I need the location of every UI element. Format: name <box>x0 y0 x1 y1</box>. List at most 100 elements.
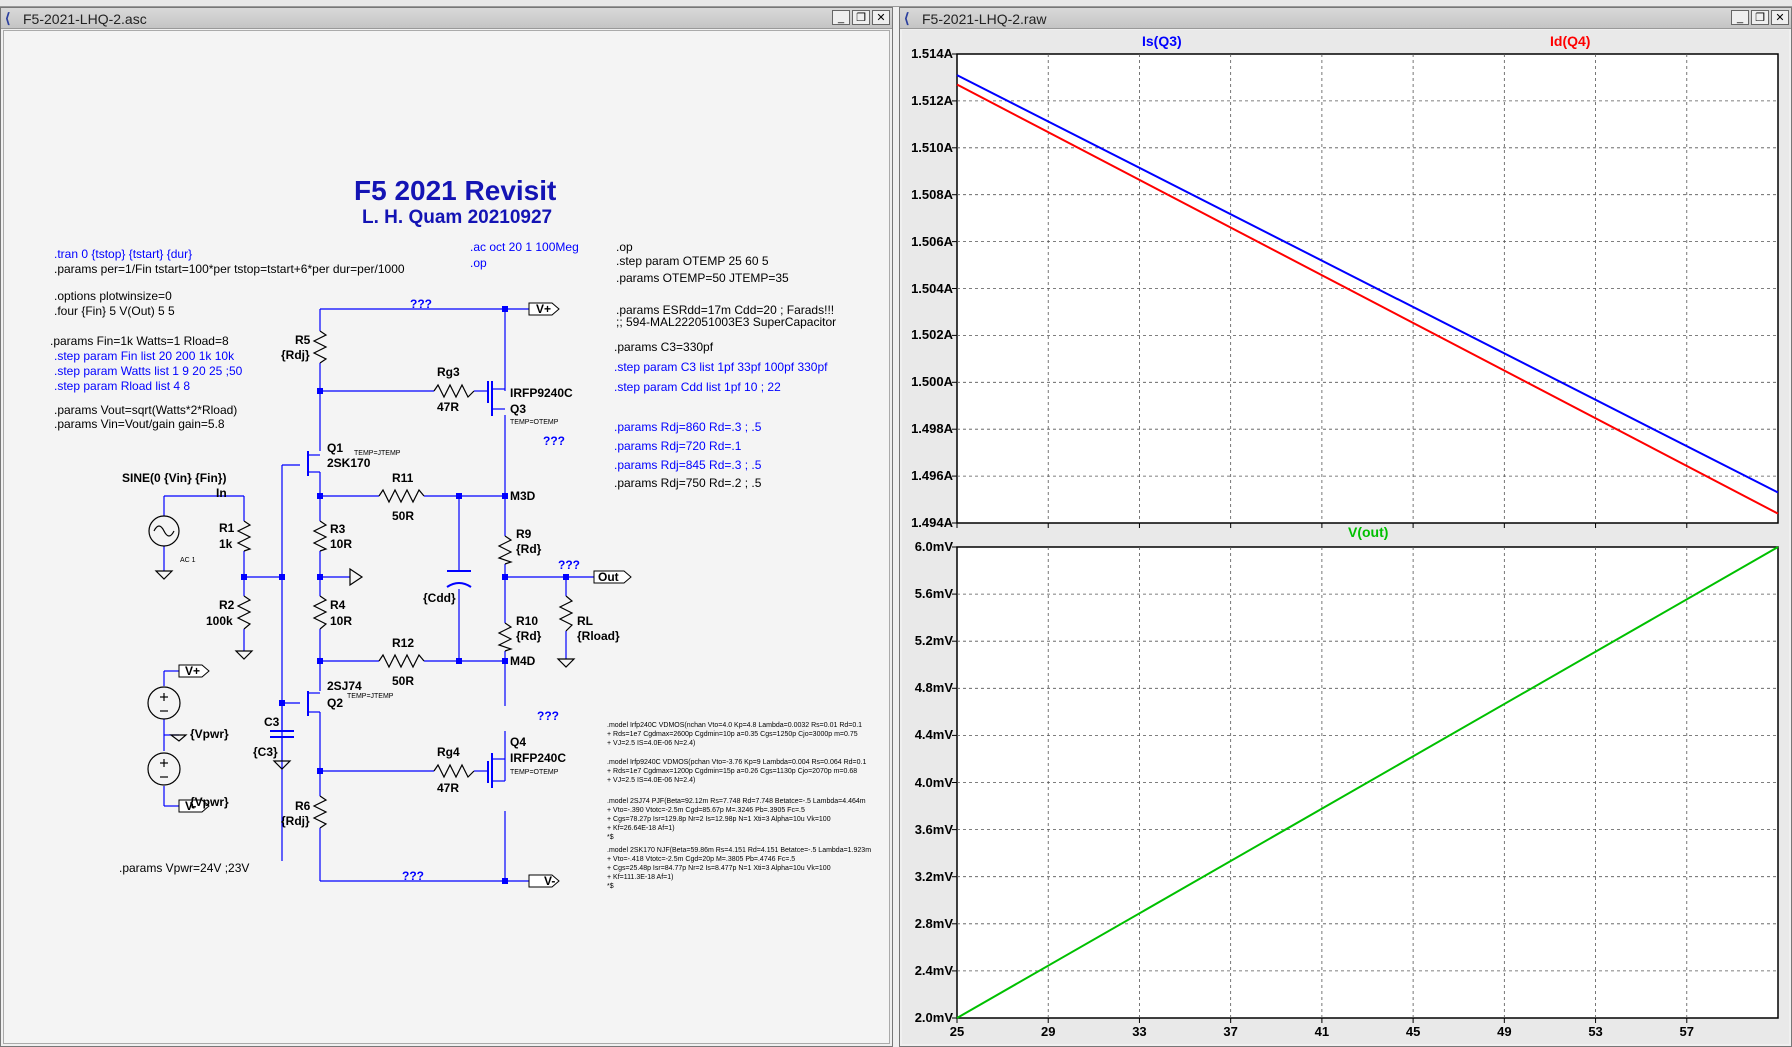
directive-params-c3[interactable]: .params C3=330pf <box>614 340 713 354</box>
directive-vpwr[interactable]: .params Vpwr=24V ;23V <box>119 861 249 875</box>
directive-rdj-4[interactable]: .params Rdj=750 Rd=.2 ; .5 <box>614 476 761 490</box>
directive-rdj-3[interactable]: .params Rdj=845 Rd=.3 ; .5 <box>614 458 761 472</box>
directive-step-fin[interactable]: .step param Fin list 20 200 1k 10k <box>54 349 234 363</box>
model-line[interactable]: .model 2SJ74 PJF(Beta=92.12m Rs=7.748 Rd… <box>607 797 866 806</box>
directive-rdj-1[interactable]: .params Rdj=860 Rd=.3 ; .5 <box>614 420 761 434</box>
label-r4[interactable]: R4 <box>330 598 345 612</box>
model-q2[interactable]: 2SJ74 <box>327 679 362 693</box>
close-button[interactable]: ✕ <box>872 10 890 25</box>
directive-step-cdd[interactable]: .step param Cdd list 1pf 10 ; 22 <box>614 380 781 394</box>
model-q4[interactable]: IRFP240C <box>510 751 566 765</box>
label-r2[interactable]: R2 <box>219 598 234 612</box>
label-r6[interactable]: R6 <box>295 799 310 813</box>
restore-button[interactable]: ❐ <box>1751 10 1769 25</box>
net-m3d[interactable]: M3D <box>510 489 535 503</box>
directive-rdj-2[interactable]: .params Rdj=720 Rd=.1 <box>614 439 741 453</box>
model-line[interactable]: + Cgs=25.48p Isr=84.77p Nr=2 Is=8.477p N… <box>607 864 831 873</box>
close-button[interactable]: ✕ <box>1771 10 1789 25</box>
port-vplus-2[interactable]: V+ <box>185 664 200 678</box>
net-m4d[interactable]: M4D <box>510 654 535 668</box>
port-out[interactable]: Out <box>598 570 619 584</box>
label-r11[interactable]: R11 <box>392 471 413 485</box>
model-line[interactable]: .model Irfp240C VDMOS(nchan Vto=4.0 Kp=4… <box>607 721 862 730</box>
label-r1[interactable]: R1 <box>219 521 234 535</box>
model-line[interactable]: .model Irfp9240C VDMOS(pchan Vto=-3.76 K… <box>607 758 866 767</box>
value-r1[interactable]: 1k <box>219 537 232 551</box>
model-line[interactable]: + VJ=2.5 IS=4.0E-06 N=2.4) <box>607 739 695 748</box>
value-r3[interactable]: 10R <box>330 537 352 551</box>
directive-params-fin[interactable]: .params Fin=1k Watts=1 Rload=8 <box>50 334 229 348</box>
label-rg4[interactable]: Rg4 <box>437 745 460 759</box>
value-rg3[interactable]: 47R <box>437 400 459 414</box>
temp-q4: TEMP=OTEMP <box>510 769 559 776</box>
model-line[interactable]: + VJ=2.5 IS=4.0E-06 N=2.4) <box>607 776 695 785</box>
directive-step-rload[interactable]: .step param Rload list 4 8 <box>54 379 190 393</box>
model-q3[interactable]: IRFP9240C <box>510 386 573 400</box>
minimize-button[interactable]: _ <box>832 10 850 25</box>
model-line[interactable]: + Kf=26.64E-18 Af=1) <box>607 824 675 833</box>
waveform-canvas[interactable]: Is(Q3) Id(Q4) V(out) 1.514A 1.512A 1.510A 1… <box>902 30 1789 1044</box>
minimize-button[interactable]: _ <box>1731 10 1749 25</box>
model-line[interactable]: + Vto=-.390 Vtotc=-2.5m Cgd=85.67p M=.32… <box>607 806 805 815</box>
model-q1[interactable]: 2SK170 <box>327 456 370 470</box>
value-r2[interactable]: 100k <box>206 614 233 628</box>
directive-ac[interactable]: .ac oct 20 1 100Meg <box>470 240 579 254</box>
value-r12[interactable]: 50R <box>392 674 414 688</box>
directive-step-c3[interactable]: .step param C3 list 1pf 33pf 100pf 330pf <box>614 360 827 374</box>
model-line[interactable]: + Vto=-.418 Vtotc=-2.5m Cgd=20p M=.3805 … <box>607 855 795 864</box>
value-r5[interactable]: {Rdj} <box>281 348 310 362</box>
port-vminus-2[interactable]: V- <box>185 799 196 813</box>
model-line[interactable]: + Rds=1e7 Cgdmax=2600p Cgdmin=10p a=0.35… <box>607 730 858 739</box>
label-q3[interactable]: Q3 <box>510 402 526 416</box>
label-q4[interactable]: Q4 <box>510 735 526 749</box>
label-rl[interactable]: RL <box>577 614 593 628</box>
port-vminus[interactable]: V- <box>544 874 555 888</box>
sine-source-label[interactable]: SINE(0 {Vin} {Fin}) <box>122 471 226 485</box>
label-r5[interactable]: R5 <box>295 333 310 347</box>
label-r3[interactable]: R3 <box>330 522 345 536</box>
value-rl[interactable]: {Rload} <box>577 629 620 643</box>
directive-op[interactable]: .op <box>616 240 633 254</box>
net-in[interactable]: In <box>216 486 227 500</box>
directive-op-blue[interactable]: .op <box>470 256 487 270</box>
model-line[interactable]: + Cgs=78.27p Isr=129.8p Nr=2 Is=12.98p N… <box>607 815 831 824</box>
value-r4[interactable]: 10R <box>330 614 352 628</box>
label-r9[interactable]: R9 <box>516 527 531 541</box>
waveform-titlebar[interactable]: ⟨ F5-2021-LHQ-2.raw _ ❐ ✕ <box>900 8 1791 29</box>
directive-params-vin[interactable]: .params Vin=Vout/gain gain=5.8 <box>54 417 225 431</box>
label-c3[interactable]: C3 <box>264 715 279 729</box>
label-q1[interactable]: Q1 <box>327 441 343 455</box>
label-rg3[interactable]: Rg3 <box>437 365 460 379</box>
model-line[interactable]: + Rds=1e7 Cgdmax=1200p Cgdmin=15p a=0.26… <box>607 767 857 776</box>
directive-comment-cap[interactable]: ;; 594-MAL222051003E3 SuperCapacitor <box>616 315 836 329</box>
schematic-window[interactable]: ⟨ F5-2021-LHQ-2.asc _ ❐ ✕ F5 2021 Revisi… <box>0 7 893 1047</box>
model-line[interactable]: .model 2SK170 NJF(Beta=59.86m Rs=4.151 R… <box>607 846 871 855</box>
value-cdd[interactable]: {Cdd} <box>423 591 456 605</box>
value-vpwr-1[interactable]: {Vpwr} <box>190 727 229 741</box>
value-c3[interactable]: {C3} <box>253 745 278 759</box>
directive-params-vout[interactable]: .params Vout=sqrt(Watts*2*Rload) <box>54 403 237 417</box>
label-r12[interactable]: R12 <box>392 636 414 650</box>
restore-button[interactable]: ❐ <box>852 10 870 25</box>
value-r6[interactable]: {Rdj} <box>281 814 310 828</box>
model-line[interactable]: *$ <box>607 833 614 842</box>
port-vplus[interactable]: V+ <box>536 302 551 316</box>
directive-tran[interactable]: .tran 0 {tstop} {tstart} {dur} <box>54 247 192 261</box>
directive-params-otemp[interactable]: .params OTEMP=50 JTEMP=35 <box>616 271 789 285</box>
value-r11[interactable]: 50R <box>392 509 414 523</box>
schematic-titlebar[interactable]: ⟨ F5-2021-LHQ-2.asc _ ❐ ✕ <box>1 8 892 29</box>
model-line[interactable]: + Kf=111.3E-18 Af=1) <box>607 873 673 882</box>
directive-params-per[interactable]: .params per=1/Fin tstart=100*per tstop=t… <box>54 262 405 276</box>
value-rg4[interactable]: 47R <box>437 781 459 795</box>
label-r10[interactable]: R10 <box>516 614 538 628</box>
schematic-canvas[interactable]: F5 2021 Revisit L. H. Quam 20210927 .tra… <box>3 30 890 1044</box>
waveform-window[interactable]: ⟨ F5-2021-LHQ-2.raw _ ❐ ✕ Is(Q3) Id(Q4) … <box>899 7 1792 1047</box>
directive-step-otemp[interactable]: .step param OTEMP 25 60 5 <box>616 254 769 268</box>
directive-step-watts[interactable]: .step param Watts list 1 9 20 25 ;50 <box>54 364 242 378</box>
value-r9[interactable]: {Rd} <box>516 542 541 556</box>
label-q2[interactable]: Q2 <box>327 696 343 710</box>
value-r10[interactable]: {Rd} <box>516 629 541 643</box>
model-line[interactable]: *$ <box>607 882 614 891</box>
directive-options[interactable]: .options plotwinsize=0 <box>54 289 172 303</box>
directive-four[interactable]: .four {Fin} 5 V(Out) 5 5 <box>54 304 175 318</box>
